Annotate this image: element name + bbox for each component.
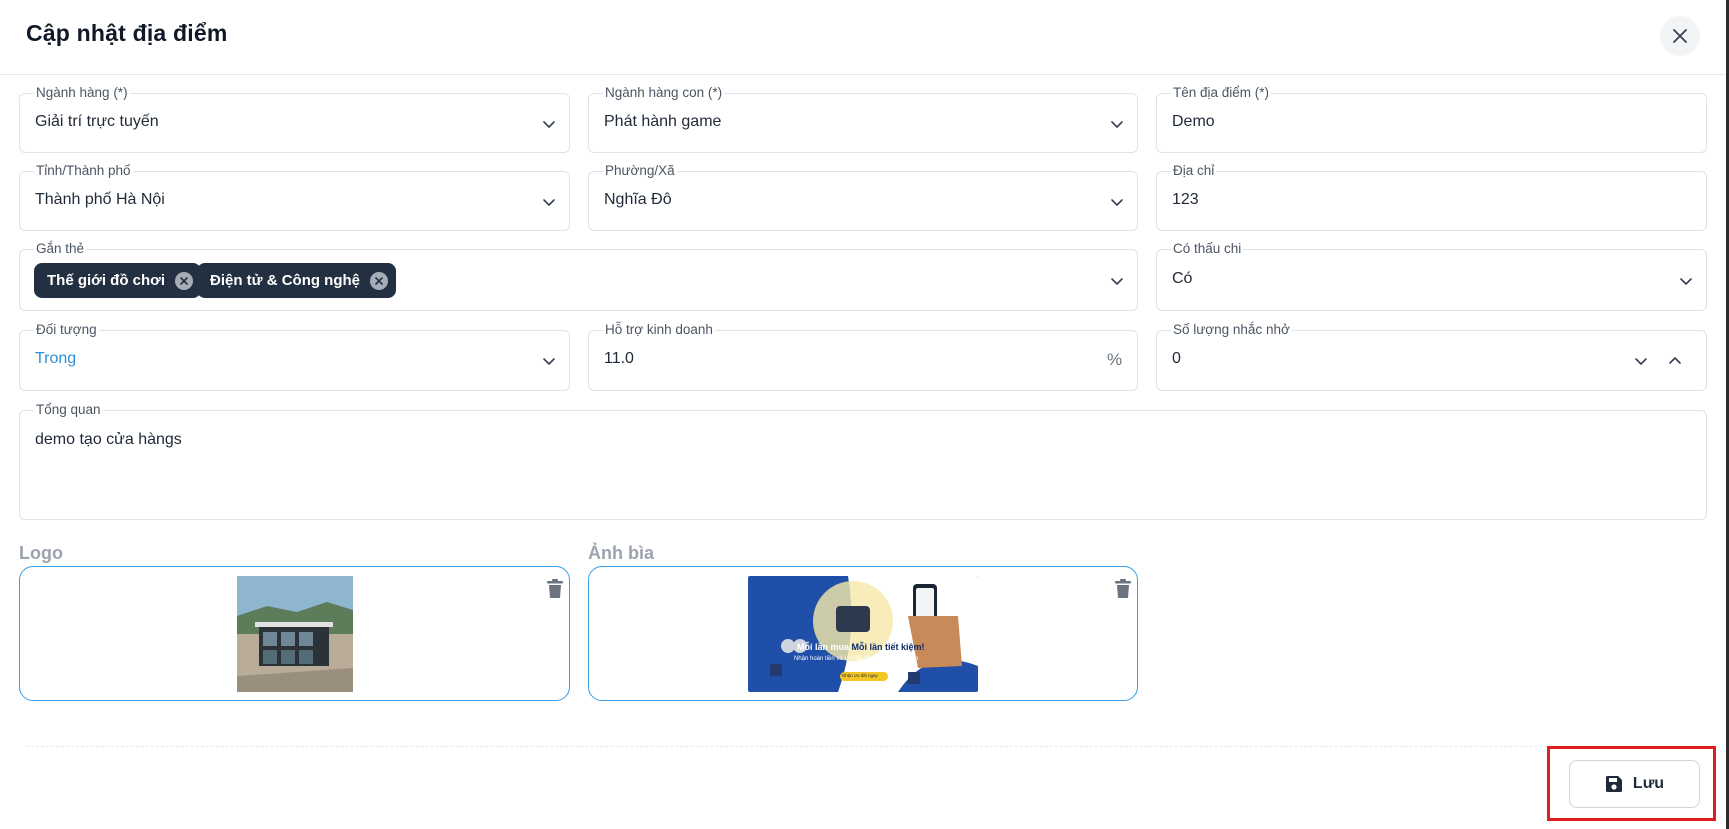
cover-image: Mỗi lần mua Mỗi lần tiết kiệm! Nhận hoàn…: [748, 576, 978, 692]
province-value: Thành phố Hà Nội: [35, 191, 165, 208]
chevron-down-icon: [1111, 199, 1123, 206]
trash-icon[interactable]: [1114, 579, 1132, 599]
sub-industry-select[interactable]: Ngành hàng con (*) Phát hành game: [588, 85, 1138, 153]
ward-label: Phường/Xã: [603, 163, 677, 179]
tags-select[interactable]: Gắn thẻ Thế giới đồ chơi Điện tử & Công …: [19, 241, 1138, 311]
address-label: Địa chỉ: [1171, 163, 1217, 179]
save-button[interactable]: Lưu: [1569, 760, 1700, 808]
logo-label: Logo: [19, 543, 63, 563]
overdraft-select[interactable]: Có thấu chi Có: [1156, 241, 1707, 311]
reminder-count-stepper[interactable]: Số lượng nhắc nhở 0: [1156, 322, 1707, 391]
tag-chip: Thế giới đồ chơi: [34, 263, 201, 298]
ward-value: Nghĩa Đô: [604, 191, 672, 208]
sub-industry-value: Phát hành game: [604, 113, 722, 130]
chevron-down-icon: [543, 358, 555, 365]
close-icon: [1673, 29, 1687, 43]
footer-divider: [26, 746, 1702, 747]
location-name-input[interactable]: Tên địa điểm (*) Demo: [1156, 85, 1707, 153]
dialog-title: Cập nhật địa điểm: [26, 20, 228, 46]
ward-select[interactable]: Phường/Xã Nghĩa Đô: [588, 163, 1138, 231]
tags-label: Gắn thẻ: [34, 241, 87, 257]
industry-label: Ngành hàng (*): [34, 85, 130, 101]
cover-upload[interactable]: Mỗi lần mua Mỗi lần tiết kiệm! Nhận hoàn…: [588, 566, 1138, 701]
remove-tag-button[interactable]: [175, 271, 193, 290]
cover-label: Ảnh bìa: [588, 543, 654, 563]
trash-icon[interactable]: [546, 579, 564, 599]
overdraft-label: Có thấu chi: [1171, 241, 1244, 257]
dialog-header: Cập nhật địa điểm: [0, 0, 1726, 75]
remove-tag-button[interactable]: [370, 271, 389, 290]
cover-headline: Mỗi lần mua Mỗi lần tiết kiệm!: [797, 642, 925, 652]
reminder-count-label: Số lượng nhắc nhở: [1171, 322, 1292, 338]
overview-label: Tổng quan: [34, 402, 103, 418]
location-name-label: Tên địa điểm (*): [1171, 85, 1272, 101]
address-input[interactable]: Địa chỉ 123: [1156, 163, 1707, 231]
overdraft-value: Có: [1172, 270, 1193, 287]
decrement-chevron-down-icon[interactable]: [1633, 353, 1649, 369]
audience-select[interactable]: Đối tượng Trong: [19, 322, 570, 391]
tag-chip-label: Điện tử & Công nghệ: [210, 272, 361, 289]
chevron-down-icon: [1680, 278, 1692, 285]
business-support-label: Hỗ trợ kinh doanh: [603, 322, 715, 338]
overview-textarea[interactable]: Tổng quan demo tạo cửa hàngs: [19, 402, 1707, 520]
close-icon: [180, 276, 188, 285]
address-value: 123: [1172, 191, 1199, 208]
audience-value: Trong: [35, 350, 77, 367]
save-label: Lưu: [1632, 775, 1665, 792]
chevron-down-icon: [1111, 278, 1123, 285]
overview-value: demo tạo cửa hàngs: [35, 431, 182, 448]
business-support-input[interactable]: Hỗ trợ kinh doanh 11.0 %: [588, 322, 1138, 391]
cover-cta: Nhận ưu đãi ngay: [842, 673, 878, 678]
cover-headline-2: Mỗi lần tiết kiệm!: [851, 642, 925, 652]
location-name-value: Demo: [1172, 113, 1215, 130]
increment-chevron-up-icon[interactable]: [1667, 353, 1683, 369]
floppy-disk-icon: [1605, 776, 1622, 792]
industry-select[interactable]: Ngành hàng (*) Giải trí trực tuyến: [19, 85, 570, 153]
tag-chip: Điện tử & Công nghệ: [197, 263, 397, 298]
province-label: Tỉnh/Thành phố: [34, 163, 133, 179]
logo-upload[interactable]: [19, 566, 570, 701]
close-icon: [375, 276, 383, 285]
sub-industry-label: Ngành hàng con (*): [603, 85, 725, 101]
province-select[interactable]: Tỉnh/Thành phố Thành phố Hà Nội: [19, 163, 570, 231]
chevron-down-icon: [543, 121, 555, 128]
tag-chip-label: Thế giới đồ chơi: [47, 272, 165, 289]
update-location-dialog: Cập nhật địa điểm Ngành hàng (*) Giải tr…: [0, 0, 1729, 829]
industry-value: Giải trí trực tuyến: [35, 113, 159, 130]
chevron-down-icon: [1111, 121, 1123, 128]
reminder-count-value: 0: [1172, 350, 1181, 367]
audience-label: Đối tượng: [34, 322, 99, 338]
chevron-down-icon: [543, 199, 555, 206]
cover-subline: Nhận hoàn tiền và Ưu đãi dành cho thành …: [794, 656, 919, 662]
business-support-value: 11.0: [604, 350, 634, 367]
percent-suffix: %: [1107, 350, 1123, 369]
close-button[interactable]: [1660, 16, 1700, 56]
logo-image: [237, 576, 353, 692]
cover-headline-1: Mỗi lần mua: [797, 642, 850, 652]
